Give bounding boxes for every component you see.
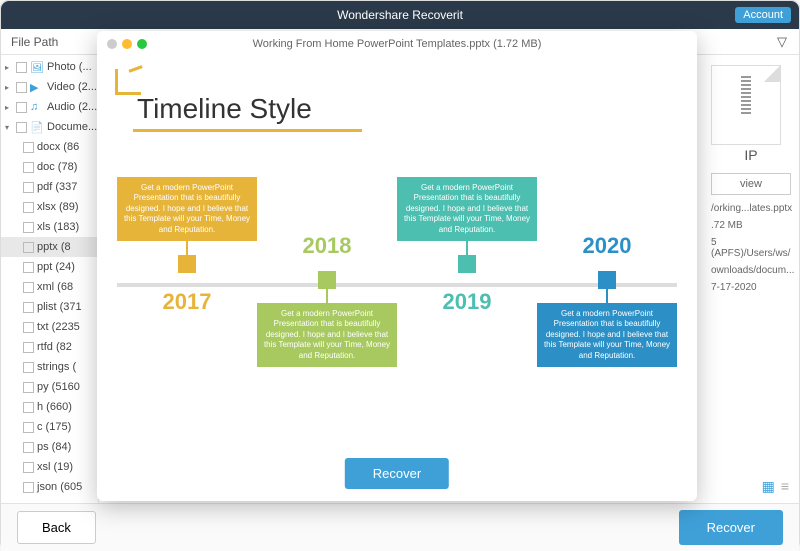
account-button[interactable]: Account xyxy=(735,7,791,23)
grid-view-icon[interactable]: ▦ xyxy=(762,478,775,495)
slide-logo-icon xyxy=(115,69,141,95)
slide-preview: Timeline Style Get a modern PowerPoint P… xyxy=(97,57,697,457)
preview-filename: Working From Home PowerPoint Templates.p… xyxy=(253,38,542,50)
details-panel: IP view /orking...lates.pptx .72 MB 5 (A… xyxy=(711,65,791,299)
recover-button[interactable]: Recover xyxy=(679,510,783,545)
sidebar-item[interactable]: json (605 xyxy=(1,477,98,497)
sidebar-item[interactable]: docx (86 xyxy=(1,137,98,157)
file-path-label: File Path xyxy=(11,35,58,49)
meta-path2: ownloads/docum... xyxy=(711,265,791,276)
sidebar-item[interactable]: plist (371 xyxy=(1,297,98,317)
thumb-label: IP xyxy=(711,147,791,163)
timeline-item-2019: Get a modern PowerPoint Presentation tha… xyxy=(397,177,537,315)
sidebar-category[interactable]: ▸🖼Photo (... xyxy=(1,57,98,77)
timeline-year: 2018 xyxy=(257,233,397,259)
timeline-year: 2020 xyxy=(537,233,677,259)
timeline-box: Get a modern PowerPoint Presentation tha… xyxy=(257,303,397,367)
meta-size: .72 MB xyxy=(711,220,791,231)
preview-titlebar: Working From Home PowerPoint Templates.p… xyxy=(97,31,697,57)
sidebar-category[interactable]: ▸♫Audio (2... xyxy=(1,97,98,117)
titlebar: Wondershare Recoverit Account xyxy=(1,1,799,29)
back-button[interactable]: Back xyxy=(17,511,96,544)
window-controls[interactable] xyxy=(107,39,147,49)
sidebar-item[interactable]: strings ( xyxy=(1,357,98,377)
view-toggle[interactable]: ▦ ≡ xyxy=(762,478,789,495)
timeline-item-2020: 2020 Get a modern PowerPoint Presentatio… xyxy=(537,233,677,367)
timeline-year: 2017 xyxy=(117,289,257,315)
filter-icon[interactable]: ▽ xyxy=(777,34,787,50)
sidebar-item[interactable]: c (175) xyxy=(1,417,98,437)
sidebar-category[interactable]: ▾📄Docume... xyxy=(1,117,98,137)
meta-path: 5 (APFS)/Users/ws/ xyxy=(711,237,791,259)
preview-recover-button[interactable]: Recover xyxy=(345,458,449,489)
timeline-box: Get a modern PowerPoint Presentation tha… xyxy=(397,177,537,241)
sidebar-item[interactable]: pdf (337 xyxy=(1,177,98,197)
sidebar-item[interactable]: txt (2235 xyxy=(1,317,98,337)
preview-button[interactable]: view xyxy=(711,173,791,195)
meta-date: 7-17-2020 xyxy=(711,282,791,293)
sidebar-item[interactable]: xml (68 xyxy=(1,277,98,297)
timeline-box: Get a modern PowerPoint Presentation tha… xyxy=(537,303,677,367)
sidebar-item[interactable]: h (660) xyxy=(1,397,98,417)
sidebar-item[interactable]: xls (183) xyxy=(1,217,98,237)
sidebar-category[interactable]: ▸▶Video (2... xyxy=(1,77,98,97)
timeline-year: 2019 xyxy=(397,289,537,315)
footer: Back Recover xyxy=(1,503,799,551)
sidebar-item[interactable]: ps (84) xyxy=(1,437,98,457)
preview-modal: Working From Home PowerPoint Templates.p… xyxy=(97,31,697,501)
sidebar-item[interactable]: xsl (19) xyxy=(1,457,98,477)
sidebar-item[interactable]: py (5160 xyxy=(1,377,98,397)
sidebar: ▸🖼Photo (...▸▶Video (2...▸♫Audio (2...▾📄… xyxy=(1,55,99,503)
timeline-item-2017: Get a modern PowerPoint Presentation tha… xyxy=(117,177,257,315)
meta-filename: /orking...lates.pptx xyxy=(711,203,791,214)
sidebar-item[interactable]: rtfd (82 xyxy=(1,337,98,357)
sidebar-item[interactable]: pptx (8 xyxy=(1,237,98,257)
file-thumbnail xyxy=(711,65,781,145)
sidebar-item[interactable]: ppt (24) xyxy=(1,257,98,277)
timeline-box: Get a modern PowerPoint Presentation tha… xyxy=(117,177,257,241)
timeline-item-2018: 2018 Get a modern PowerPoint Presentatio… xyxy=(257,233,397,367)
sidebar-item[interactable]: doc (78) xyxy=(1,157,98,177)
app-title: Wondershare Recoverit xyxy=(337,8,463,22)
slide-title: Timeline Style xyxy=(133,93,362,132)
list-view-icon[interactable]: ≡ xyxy=(781,478,789,495)
sidebar-item[interactable]: xlsx (89) xyxy=(1,197,98,217)
